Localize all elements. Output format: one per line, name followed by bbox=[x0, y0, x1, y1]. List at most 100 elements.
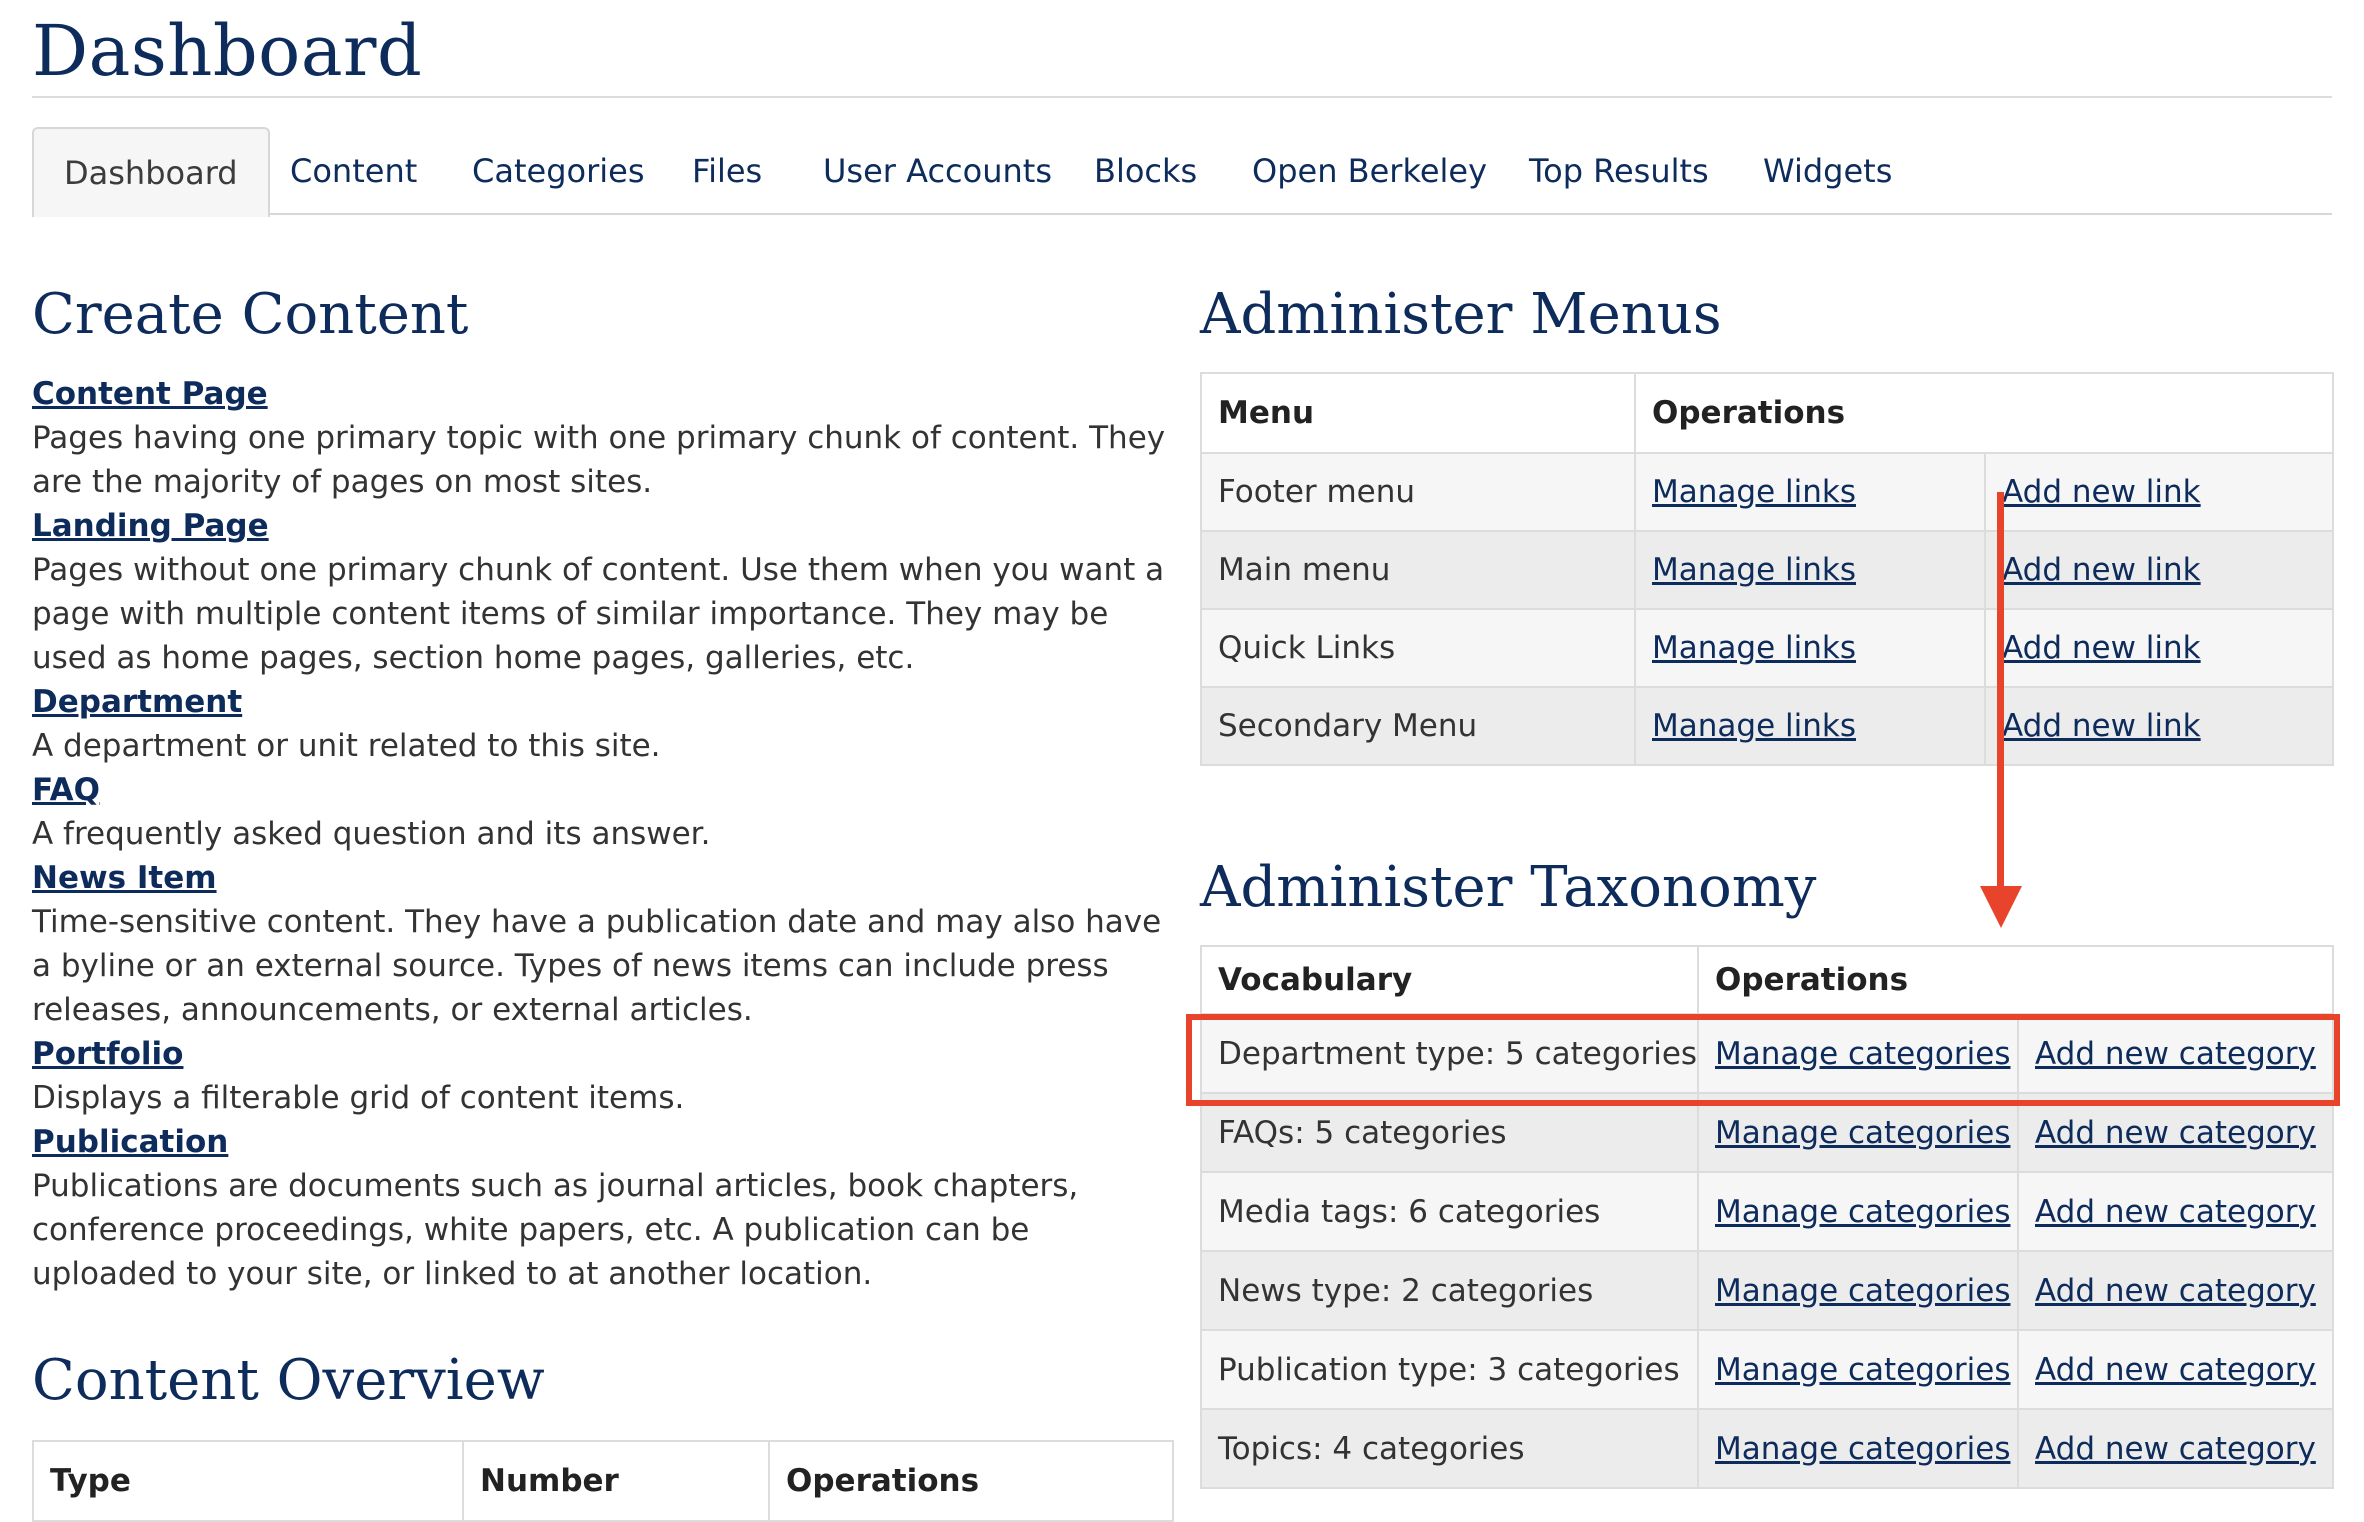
dashboard-tabs: Dashboard Content Categories Files User … bbox=[32, 127, 2332, 217]
administer-taxonomy-heading: Administer Taxonomy bbox=[1200, 855, 1817, 920]
vocabulary-name: Topics: 4 categories bbox=[1200, 1408, 1699, 1489]
annotation-arrow-line bbox=[1997, 492, 2004, 890]
menus-table: Menu Operations Footer menu Manage links… bbox=[1200, 372, 2335, 766]
add-new-category-link[interactable]: Add new category bbox=[2035, 1115, 2316, 1151]
table-row: Main menu Manage links Add new link bbox=[1200, 530, 2335, 610]
column-header-number: Number bbox=[462, 1440, 770, 1522]
content-type-description: Pages having one primary topic with one … bbox=[32, 420, 1166, 500]
menu-name: Main menu bbox=[1200, 530, 1636, 610]
add-new-link-link[interactable]: Add new link bbox=[2002, 552, 2201, 588]
column-header-operations: Operations bbox=[768, 1440, 1174, 1522]
manage-categories-cell: Manage categories bbox=[1697, 1250, 2019, 1331]
table-row: News type: 2 categories Manage categorie… bbox=[1200, 1250, 2335, 1331]
add-new-link-link[interactable]: Add new link bbox=[2002, 630, 2201, 666]
tab-top-results[interactable]: Top Results bbox=[1529, 127, 1709, 215]
manage-categories-link[interactable]: Manage categories bbox=[1715, 1194, 2010, 1230]
content-type-item: Landing Page Pages without one primary c… bbox=[32, 504, 1172, 680]
tab-blocks[interactable]: Blocks bbox=[1094, 127, 1197, 215]
tab-dashboard[interactable]: Dashboard bbox=[32, 127, 270, 217]
add-new-link-link[interactable]: Add new link bbox=[2002, 474, 2201, 510]
manage-links-link[interactable]: Manage links bbox=[1652, 630, 1856, 666]
content-type-item: News Item Time-sensitive content. They h… bbox=[32, 856, 1172, 1032]
manage-links-cell: Manage links bbox=[1634, 686, 1986, 766]
content-type-item: Department A department or unit related … bbox=[32, 680, 1172, 768]
content-type-link-department[interactable]: Department bbox=[32, 680, 1172, 724]
content-type-list: Content Page Pages having one primary to… bbox=[32, 372, 1172, 1296]
manage-categories-link[interactable]: Manage categories bbox=[1715, 1273, 2010, 1309]
content-type-description: A frequently asked question and its answ… bbox=[32, 816, 711, 852]
content-overview-heading: Content Overview bbox=[32, 1348, 545, 1413]
content-type-item: Portfolio Displays a filterable grid of … bbox=[32, 1032, 1172, 1120]
content-type-link-faq[interactable]: FAQ bbox=[32, 768, 1172, 812]
vocabulary-name: News type: 2 categories bbox=[1200, 1250, 1699, 1331]
create-content-heading: Create Content bbox=[32, 282, 469, 347]
content-type-link-portfolio[interactable]: Portfolio bbox=[32, 1032, 1172, 1076]
add-link-cell: Add new link bbox=[1983, 608, 2335, 688]
content-type-item: Publication Publications are documents s… bbox=[32, 1120, 1172, 1296]
tab-user-accounts[interactable]: User Accounts bbox=[823, 127, 1052, 215]
content-type-description: Publications are documents such as journ… bbox=[32, 1168, 1079, 1292]
content-overview-table: Type Number Operations bbox=[32, 1440, 1174, 1522]
add-link-cell: Add new link bbox=[1983, 686, 2335, 766]
menu-name: Footer menu bbox=[1200, 452, 1636, 532]
content-type-link-landing-page[interactable]: Landing Page bbox=[32, 504, 1172, 548]
add-new-category-link[interactable]: Add new category bbox=[2035, 1194, 2316, 1230]
content-type-description: Time-sensitive content. They have a publ… bbox=[32, 904, 1162, 1028]
table-row: Secondary Menu Manage links Add new link bbox=[1200, 686, 2335, 766]
add-new-category-link[interactable]: Add new category bbox=[2035, 1273, 2316, 1309]
menu-name: Secondary Menu bbox=[1200, 686, 1636, 766]
content-type-link-news-item[interactable]: News Item bbox=[32, 856, 1172, 900]
add-category-cell: Add new category bbox=[2016, 1408, 2335, 1489]
manage-links-cell: Manage links bbox=[1634, 530, 1986, 610]
manage-links-cell: Manage links bbox=[1634, 452, 1986, 532]
manage-links-link[interactable]: Manage links bbox=[1652, 708, 1856, 744]
tab-files[interactable]: Files bbox=[692, 127, 762, 215]
menu-name: Quick Links bbox=[1200, 608, 1636, 688]
manage-links-cell: Manage links bbox=[1634, 608, 1986, 688]
vocabulary-name: Media tags: 6 categories bbox=[1200, 1171, 1699, 1252]
manage-categories-link[interactable]: Manage categories bbox=[1715, 1115, 2010, 1151]
add-new-link-link[interactable]: Add new link bbox=[2002, 708, 2201, 744]
column-header-operations: Operations bbox=[1696, 945, 2335, 1015]
column-header-menu: Menu bbox=[1200, 372, 1636, 454]
annotation-highlight-box bbox=[1186, 1014, 2340, 1106]
column-header-type: Type bbox=[32, 1440, 464, 1522]
content-type-description: A department or unit related to this sit… bbox=[32, 728, 661, 764]
annotation-arrow-head bbox=[1980, 886, 2022, 928]
manage-categories-link[interactable]: Manage categories bbox=[1715, 1431, 2010, 1467]
manage-categories-cell: Manage categories bbox=[1697, 1171, 2019, 1252]
content-type-item: FAQ A frequently asked question and its … bbox=[32, 768, 1172, 856]
add-link-cell: Add new link bbox=[1983, 452, 2335, 532]
tab-categories[interactable]: Categories bbox=[472, 127, 644, 215]
content-type-description: Displays a filterable grid of content it… bbox=[32, 1080, 685, 1116]
add-link-cell: Add new link bbox=[1983, 530, 2335, 610]
add-category-cell: Add new category bbox=[2016, 1171, 2335, 1252]
content-type-item: Content Page Pages having one primary to… bbox=[32, 372, 1172, 504]
vocabulary-name: Publication type: 3 categories bbox=[1200, 1329, 1699, 1410]
column-header-operations: Operations bbox=[1633, 372, 2335, 454]
tab-open-berkeley[interactable]: Open Berkeley bbox=[1252, 127, 1487, 215]
content-type-link-publication[interactable]: Publication bbox=[32, 1120, 1172, 1164]
title-divider bbox=[32, 96, 2332, 98]
manage-categories-cell: Manage categories bbox=[1697, 1408, 2019, 1489]
add-category-cell: Add new category bbox=[2016, 1329, 2335, 1410]
add-category-cell: Add new category bbox=[2016, 1250, 2335, 1331]
manage-categories-link[interactable]: Manage categories bbox=[1715, 1352, 2010, 1388]
page-title: Dashboard bbox=[32, 10, 423, 92]
administer-menus-heading: Administer Menus bbox=[1200, 282, 1722, 347]
content-type-description: Pages without one primary chunk of conte… bbox=[32, 552, 1165, 676]
table-row: Topics: 4 categories Manage categories A… bbox=[1200, 1408, 2335, 1489]
table-row: Media tags: 6 categories Manage categori… bbox=[1200, 1171, 2335, 1252]
table-row: Quick Links Manage links Add new link bbox=[1200, 608, 2335, 688]
tab-content[interactable]: Content bbox=[290, 127, 417, 215]
content-type-link-content-page[interactable]: Content Page bbox=[32, 372, 1172, 416]
tab-widgets[interactable]: Widgets bbox=[1763, 127, 1892, 215]
add-new-category-link[interactable]: Add new category bbox=[2035, 1431, 2316, 1467]
column-header-vocabulary: Vocabulary bbox=[1200, 945, 1699, 1015]
table-row: Publication type: 3 categories Manage ca… bbox=[1200, 1329, 2335, 1410]
table-row: Footer menu Manage links Add new link bbox=[1200, 452, 2335, 532]
manage-links-link[interactable]: Manage links bbox=[1652, 474, 1856, 510]
manage-categories-cell: Manage categories bbox=[1697, 1329, 2019, 1410]
add-new-category-link[interactable]: Add new category bbox=[2035, 1352, 2316, 1388]
manage-links-link[interactable]: Manage links bbox=[1652, 552, 1856, 588]
